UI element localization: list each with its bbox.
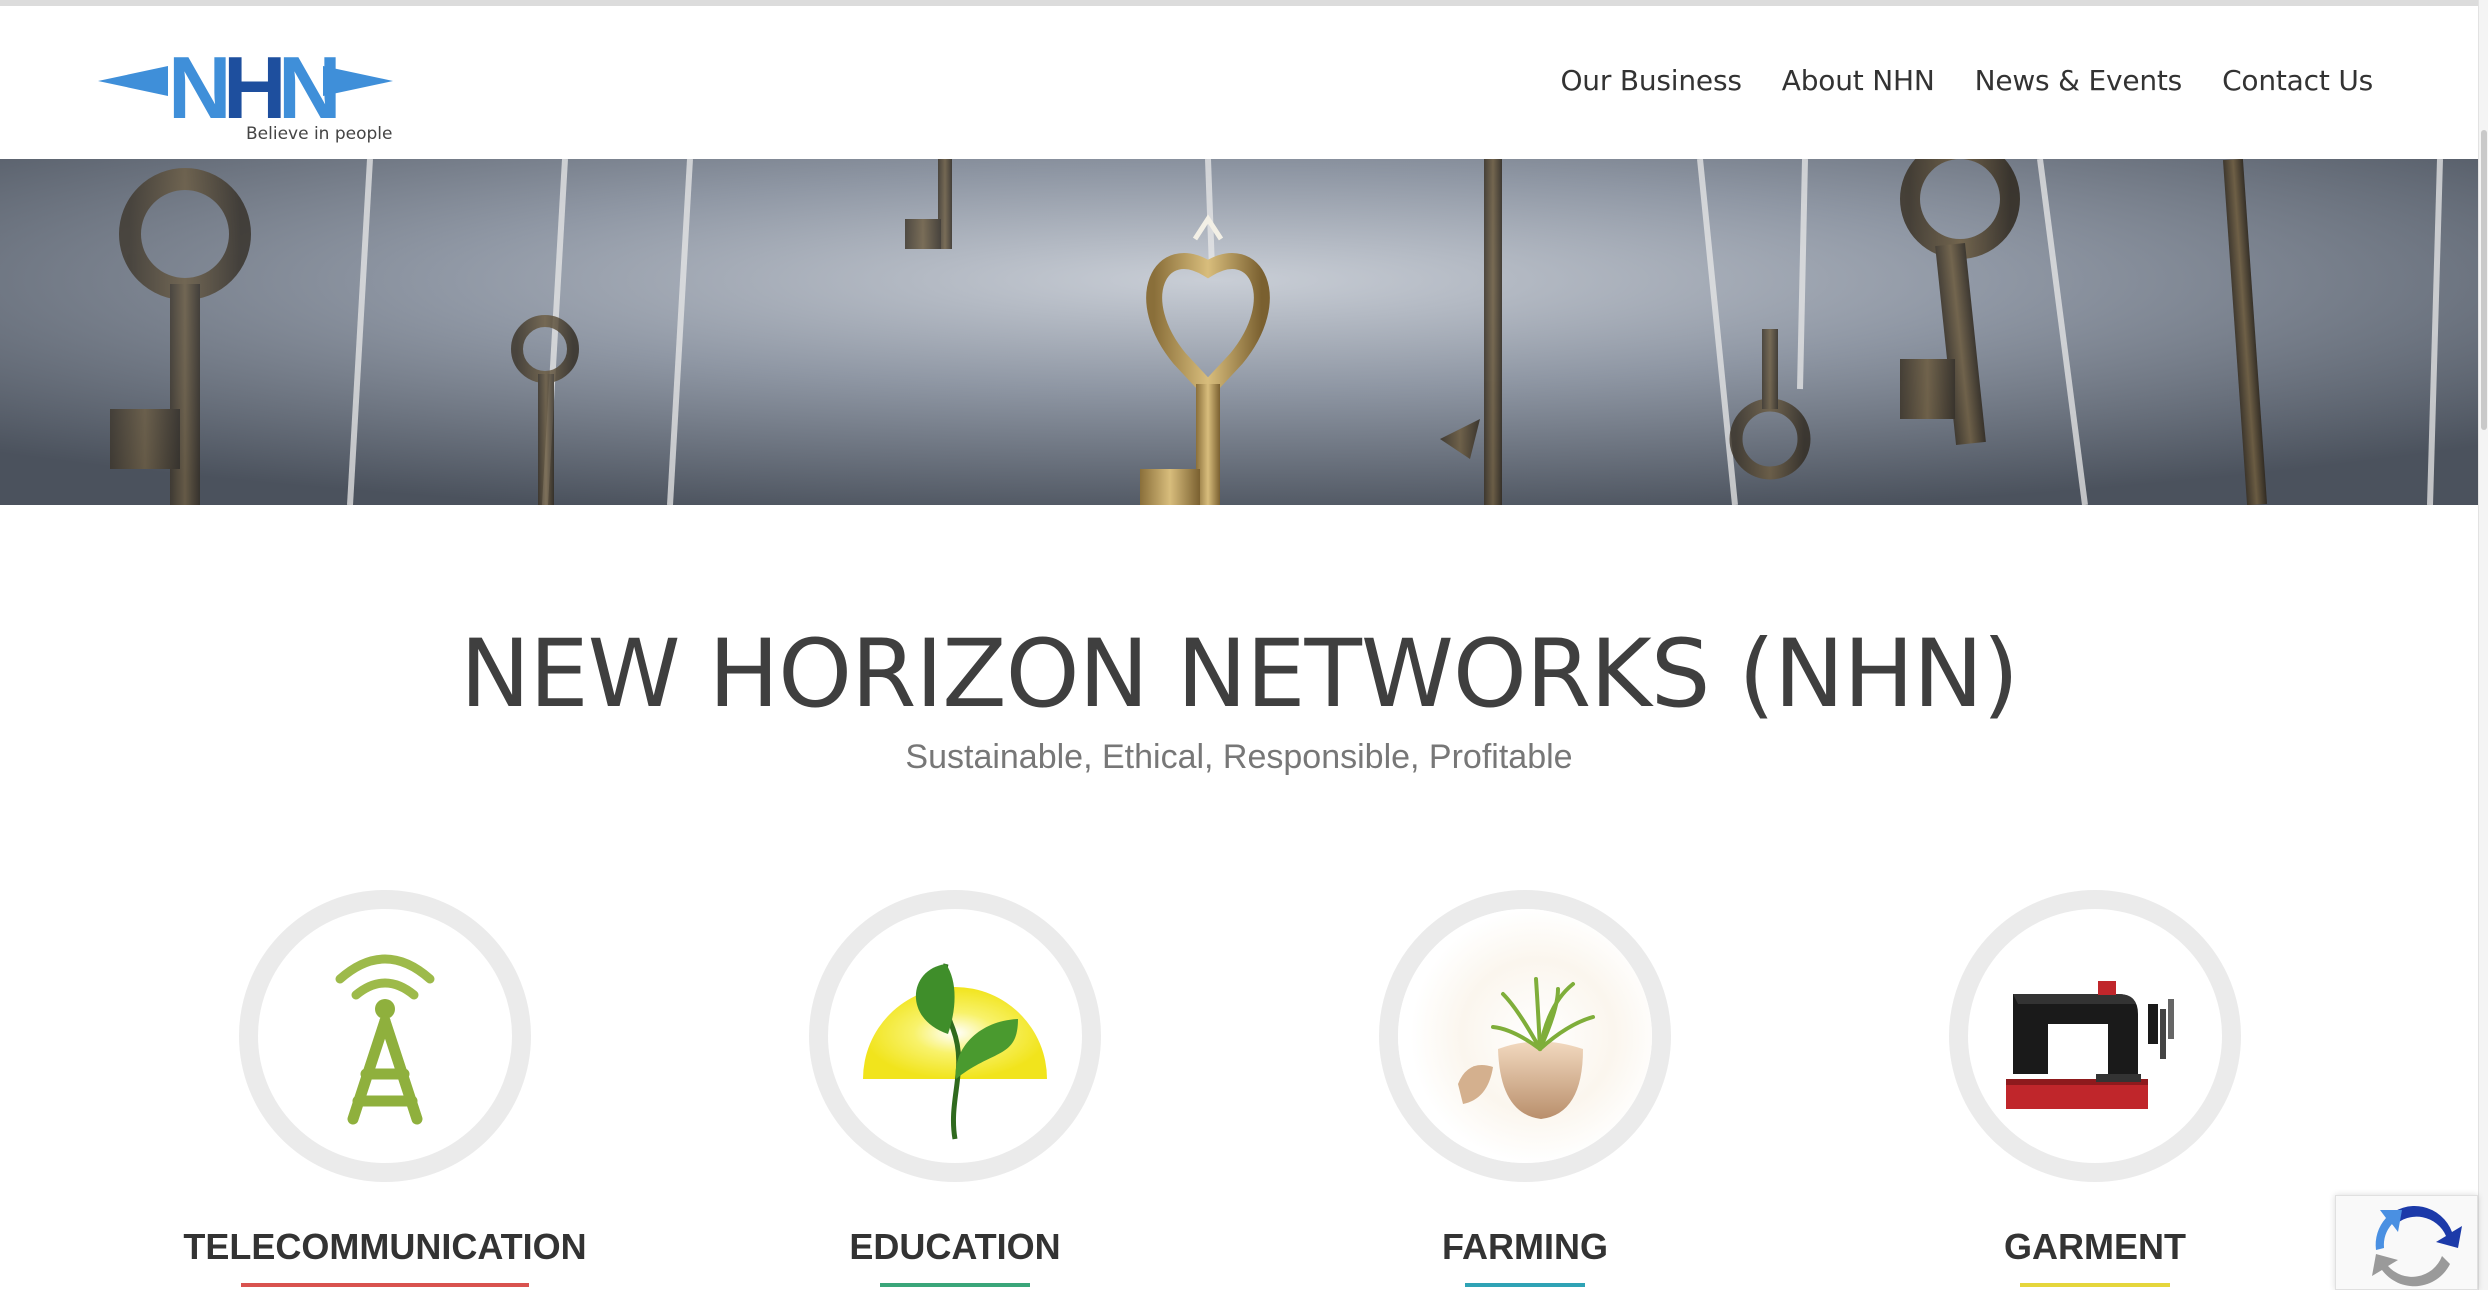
business-icon-circle[interactable] [1949, 890, 2241, 1182]
nav-contact-us[interactable]: Contact Us [2222, 64, 2373, 97]
scrollbar-thumb[interactable] [2481, 130, 2487, 430]
accent-bar [2020, 1283, 2170, 1287]
page-subtitle: Sustainable, Ethical, Responsible, Profi… [905, 738, 1573, 776]
recaptcha-badge[interactable] [2335, 1195, 2478, 1290]
nhn-logo[interactable]: N H N Believe in people [98, 38, 398, 146]
business-card-farming[interactable]: FARMING [1375, 890, 1675, 1287]
sewing-machine-icon [2006, 981, 2174, 1109]
plant-in-eggshell-icon [1398, 909, 1652, 1163]
page-scrollbar[interactable] [2478, 0, 2488, 1290]
business-card-telecommunication[interactable]: TELECOMMUNICATION [183, 890, 587, 1287]
nav-about-nhn[interactable]: About NHN [1782, 64, 1935, 97]
business-card-education[interactable]: EDUCATION [805, 890, 1105, 1287]
accent-bar [241, 1283, 529, 1287]
antenna-tower-icon [335, 954, 435, 1125]
business-label-education[interactable]: EDUCATION [705, 1226, 1205, 1268]
accent-bar [880, 1283, 1030, 1287]
business-icon-circle[interactable] [239, 890, 531, 1182]
accent-bar [1465, 1283, 1585, 1287]
main-nav: Our Business About NHN News & Events Con… [1560, 64, 2373, 97]
recaptcha-icon [2372, 1206, 2462, 1287]
business-icon-circle[interactable] [1379, 890, 1671, 1182]
site-header: N H N Believe in people Our Business Abo… [0, 6, 2478, 159]
sprouting-plant-icon [863, 963, 1047, 1140]
logo-tagline: Believe in people [246, 124, 393, 144]
business-icon-circle[interactable] [809, 890, 1101, 1182]
keys-hanging-image [0, 159, 2478, 505]
page-title: NEW HORIZON NETWORKS (NHN) [459, 620, 2019, 729]
nav-news-events[interactable]: News & Events [1975, 64, 2183, 97]
business-label-farming[interactable]: FARMING [1275, 1226, 1775, 1268]
nav-our-business[interactable]: Our Business [1560, 64, 1741, 97]
business-card-garment[interactable]: GARMENT [1945, 890, 2245, 1287]
business-label-garment[interactable]: GARMENT [1845, 1226, 2345, 1268]
business-label-telecommunication[interactable]: TELECOMMUNICATION [135, 1226, 635, 1268]
hero-banner [0, 159, 2478, 505]
